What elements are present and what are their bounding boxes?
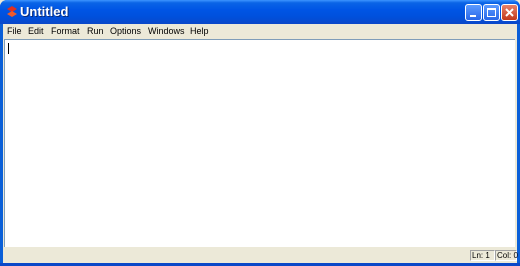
maximize-icon bbox=[487, 8, 496, 17]
menu-bar: File Edit Format Run Options Windows Hel… bbox=[3, 24, 517, 38]
maximize-button[interactable] bbox=[483, 4, 500, 21]
window-frame: File Edit Format Run Options Windows Hel… bbox=[3, 24, 518, 263]
menu-format[interactable]: Format bbox=[51, 26, 80, 36]
menu-windows[interactable]: Windows bbox=[148, 26, 185, 36]
menu-options[interactable]: Options bbox=[110, 26, 141, 36]
minimize-icon bbox=[470, 15, 476, 17]
menu-help[interactable]: Help bbox=[190, 26, 209, 36]
menu-run[interactable]: Run bbox=[87, 26, 104, 36]
window-title: Untitled bbox=[20, 4, 69, 19]
python-idle-icon[interactable] bbox=[5, 5, 19, 19]
status-line: Ln: 1 bbox=[470, 250, 495, 261]
minimize-button[interactable] bbox=[465, 4, 482, 21]
status-bar: Ln: 1 Col: 0 bbox=[3, 248, 518, 263]
title-bar[interactable]: Untitled bbox=[0, 0, 520, 24]
editor-text-area[interactable] bbox=[4, 39, 515, 247]
close-icon bbox=[505, 8, 514, 17]
menu-file[interactable]: File bbox=[7, 26, 22, 36]
status-col: Col: 0 bbox=[495, 250, 518, 261]
idle-window: Untitled File Edit Format Run Options Wi… bbox=[0, 0, 520, 266]
menu-edit[interactable]: Edit bbox=[28, 26, 44, 36]
close-button[interactable] bbox=[501, 4, 518, 21]
text-cursor bbox=[8, 43, 9, 54]
